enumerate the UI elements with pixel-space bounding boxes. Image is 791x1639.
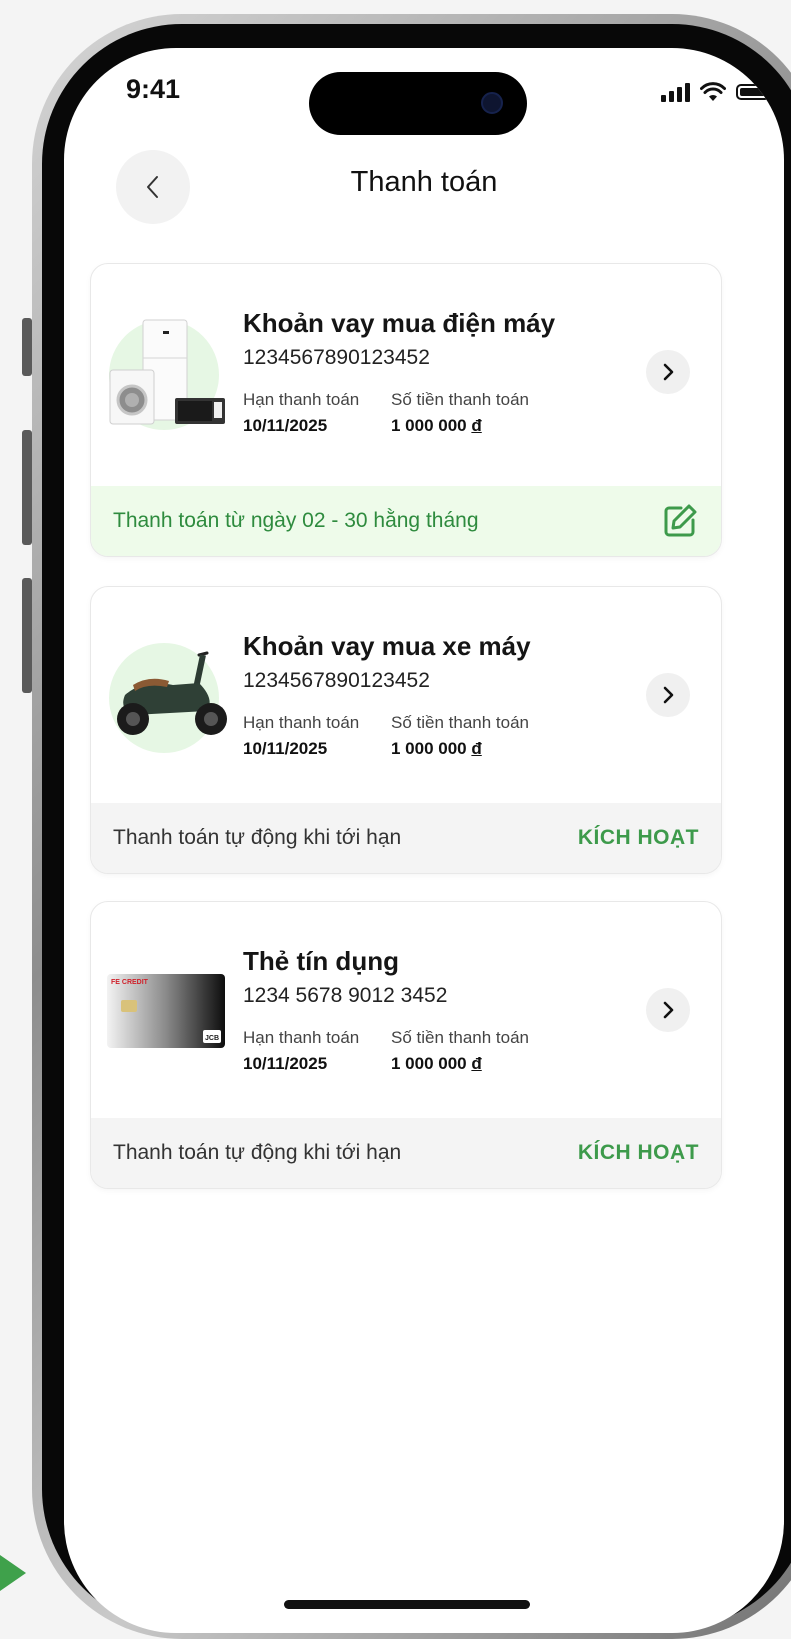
appliance-image	[109, 319, 225, 425]
edit-icon[interactable]	[661, 502, 699, 540]
volume-up-button	[22, 430, 32, 545]
due-date-value: 10/11/2025	[243, 1054, 328, 1073]
wifi-icon	[700, 82, 726, 101]
pointer-arrow-icon	[0, 1555, 26, 1591]
card-detail-button[interactable]	[646, 988, 690, 1032]
card-brand-text: FE CREDIT	[111, 979, 149, 986]
due-date-label: Hạn thanh toán	[243, 390, 360, 409]
signal-icon	[661, 82, 690, 102]
activate-button[interactable]: KÍCH HOẠT	[578, 826, 699, 850]
amount-number: 1 000 000	[391, 739, 467, 758]
dynamic-island	[309, 72, 527, 135]
auto-payment-footer: Thanh toán tự động khi tới hạn KÍCH HOẠT	[91, 1118, 721, 1188]
amount-number: 1 000 000	[391, 416, 467, 435]
amount-value: 1 000 000 đ	[391, 416, 482, 436]
amount-label: Số tiền thanh toán	[391, 390, 530, 409]
card-detail-button[interactable]	[646, 350, 690, 394]
card-name: Khoản vay mua điện máy	[243, 308, 556, 338]
loan-card-motorbike[interactable]: Khoản vay mua xe máy 1234567890123452 Hạ…	[90, 586, 722, 874]
due-date-value: 10/11/2025	[243, 739, 328, 758]
payment-schedule-text: Thanh toán từ ngày 02 - 30 hằng tháng	[113, 509, 479, 532]
status-icons	[661, 82, 770, 102]
camera-icon	[481, 92, 503, 114]
amount-label: Số tiền thanh toán	[391, 713, 530, 732]
volume-down-button	[22, 578, 32, 693]
card-name: Thẻ tín dụng	[243, 946, 399, 976]
card-number: 1234567890123452	[243, 346, 430, 369]
amount-number: 1 000 000	[391, 1054, 467, 1073]
chevron-right-icon	[663, 1001, 674, 1019]
payment-schedule-footer: Thanh toán từ ngày 02 - 30 hằng tháng	[91, 486, 721, 556]
due-date-label: Hạn thanh toán	[243, 713, 360, 732]
amount-label: Số tiền thanh toán	[391, 1028, 530, 1047]
card-name: Khoản vay mua xe máy	[243, 631, 531, 661]
amount-value: 1 000 000 đ	[391, 1054, 482, 1074]
card-number: 1234567890123452	[243, 669, 430, 692]
card-network-text: JCB	[205, 1035, 219, 1042]
currency-symbol: đ	[471, 416, 482, 435]
due-date-value: 10/11/2025	[243, 416, 328, 435]
auto-payment-text: Thanh toán tự động khi tới hạn	[113, 826, 402, 849]
card-number: 1234 5678 9012 3452	[243, 984, 448, 1007]
due-date-label: Hạn thanh toán	[243, 1028, 360, 1047]
chevron-right-icon	[663, 363, 674, 381]
motorbike-image	[117, 651, 227, 735]
credit-card[interactable]: FE CREDIT JCB Thẻ tín dụng 1234 5678 901…	[90, 901, 722, 1189]
currency-symbol: đ	[471, 739, 482, 758]
app-screen: 9:41 Thanh toán Khoản vay mua điện máy 1…	[64, 48, 784, 1633]
auto-payment-text: Thanh toán tự động khi tới hạn	[113, 1141, 402, 1164]
page-title: Thanh toán	[350, 166, 498, 198]
activate-button[interactable]: KÍCH HOẠT	[578, 1141, 699, 1165]
battery-icon	[736, 84, 770, 100]
home-indicator[interactable]	[284, 1600, 530, 1609]
auto-payment-footer: Thanh toán tự động khi tới hạn KÍCH HOẠT	[91, 803, 721, 873]
chevron-right-icon	[663, 686, 674, 704]
currency-symbol: đ	[471, 1054, 482, 1073]
card-detail-button[interactable]	[646, 673, 690, 717]
status-time: 9:41	[126, 74, 181, 104]
loan-card-appliance[interactable]: Khoản vay mua điện máy 1234567890123452 …	[90, 263, 722, 557]
credit-card-image: FE CREDIT JCB	[107, 974, 225, 1048]
silent-switch	[22, 318, 32, 376]
amount-value: 1 000 000 đ	[391, 739, 482, 759]
